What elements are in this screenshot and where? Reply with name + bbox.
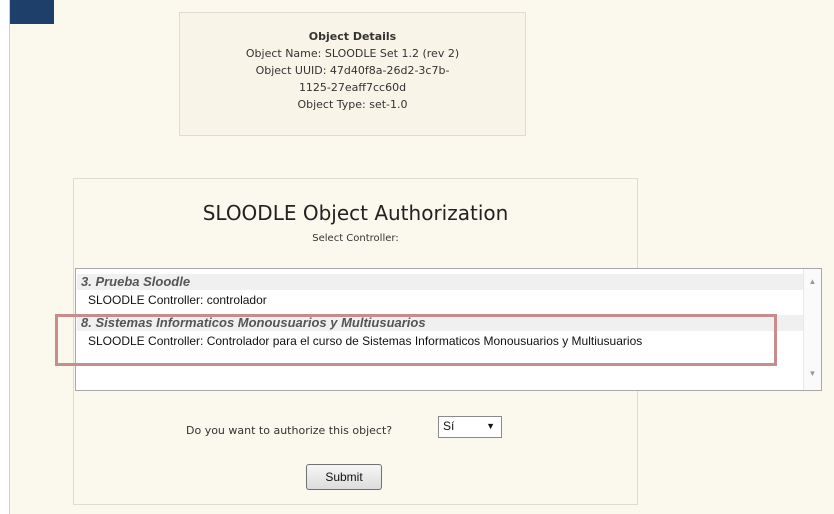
object-type: Object Type: set-1.0: [297, 98, 408, 111]
authorize-question: Do you want to authorize this object?: [186, 424, 393, 437]
scroll-up-arrow-icon[interactable]: ▲: [804, 277, 821, 286]
highlight-annotation-box: [55, 314, 777, 366]
authorize-select[interactable]: Sí ▼: [438, 416, 502, 438]
select-controller-label: Select Controller:: [312, 233, 399, 244]
listbox-scrollbar[interactable]: ▲ ▼: [803, 269, 821, 390]
page-background: Object Details Object Name: SLOODLE Set …: [9, 0, 834, 514]
listbox-group-prueba-sloodle: 3. Prueba Sloodle: [77, 274, 803, 290]
object-uuid-line-1: Object UUID: 47d40f8a-26d2-3c7b-: [255, 64, 450, 77]
object-uuid-line-2: 1125-27eaff7cc60d: [298, 81, 407, 94]
authorization-title: SLOODLE Object Authorization: [202, 201, 509, 225]
object-details-box: Object Details Object Name: SLOODLE Set …: [179, 12, 526, 136]
object-name: Object Name: SLOODLE Set 1.2 (rev 2): [245, 47, 460, 60]
submit-button[interactable]: Submit: [306, 464, 382, 490]
corner-tab: [10, 0, 54, 24]
authorize-select-value: Sí: [443, 419, 455, 433]
dropdown-arrow-icon: ▼: [486, 421, 495, 431]
object-details-title: Object Details: [308, 30, 397, 43]
listbox-option-controlador[interactable]: SLOODLE Controller: controlador: [88, 292, 803, 308]
scroll-down-arrow-icon[interactable]: ▼: [804, 369, 821, 378]
